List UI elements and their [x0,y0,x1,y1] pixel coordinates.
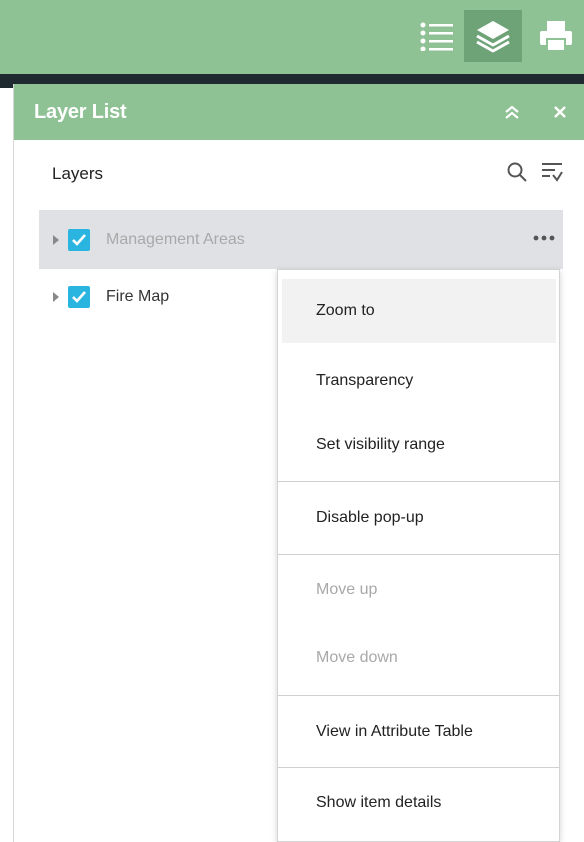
layer-checkbox[interactable] [68,286,90,308]
collapse-button[interactable] [488,84,536,140]
collapse-up-icon [505,105,519,119]
menu-item-move-up: Move up [316,581,378,598]
filter-sort-icon [542,162,563,182]
list-icon [420,22,453,51]
expand-caret[interactable] [53,292,63,302]
caret-right-icon [53,234,59,245]
caret-right-icon [53,292,59,302]
menu-item-move-down: Move down [316,649,398,666]
layer-options-button[interactable] [533,228,555,246]
layers-subheader: Layers [14,140,584,208]
layer-context-menu: Zoom to Transparency Set visibility rang… [277,269,560,842]
close-icon [554,106,566,118]
checkmark-icon [72,233,86,246]
expand-caret[interactable] [53,234,63,245]
layer-row-management-areas[interactable]: Management Areas [39,210,563,269]
panel-title: Layer List [34,100,127,123]
menu-item-view-attribute-table[interactable]: View in Attribute Table [282,700,556,764]
menu-divider [278,767,559,768]
menu-item-transparency[interactable]: Transparency [282,349,556,413]
menu-item-set-visibility-range[interactable]: Set visibility range [282,413,556,477]
layer-label: Fire Map [106,288,170,305]
menu-item-disable-popup[interactable]: Disable pop-up [282,486,556,550]
menu-divider [278,695,559,696]
layers-heading: Layers [52,164,104,183]
layers-icon [476,21,510,53]
print-icon [540,21,572,52]
top-toolbar [0,0,584,74]
close-button[interactable] [536,84,584,140]
more-horizontal-icon [533,235,555,241]
checkmark-icon [72,291,86,303]
layer-checkbox[interactable] [68,228,90,251]
layers-button[interactable] [464,10,522,62]
panel-header: Layer List [14,84,584,140]
menu-item-zoom-to[interactable]: Zoom to [282,279,556,343]
filter-button[interactable] [540,160,564,189]
layer-list-toggle-button[interactable] [412,10,460,62]
menu-divider [278,481,559,482]
search-icon [507,162,527,182]
layer-label: Management Areas [106,230,245,248]
menu-item-show-item-details[interactable]: Show item details [282,771,556,835]
search-button[interactable] [506,161,528,188]
print-button[interactable] [532,10,580,62]
menu-divider [278,554,559,555]
